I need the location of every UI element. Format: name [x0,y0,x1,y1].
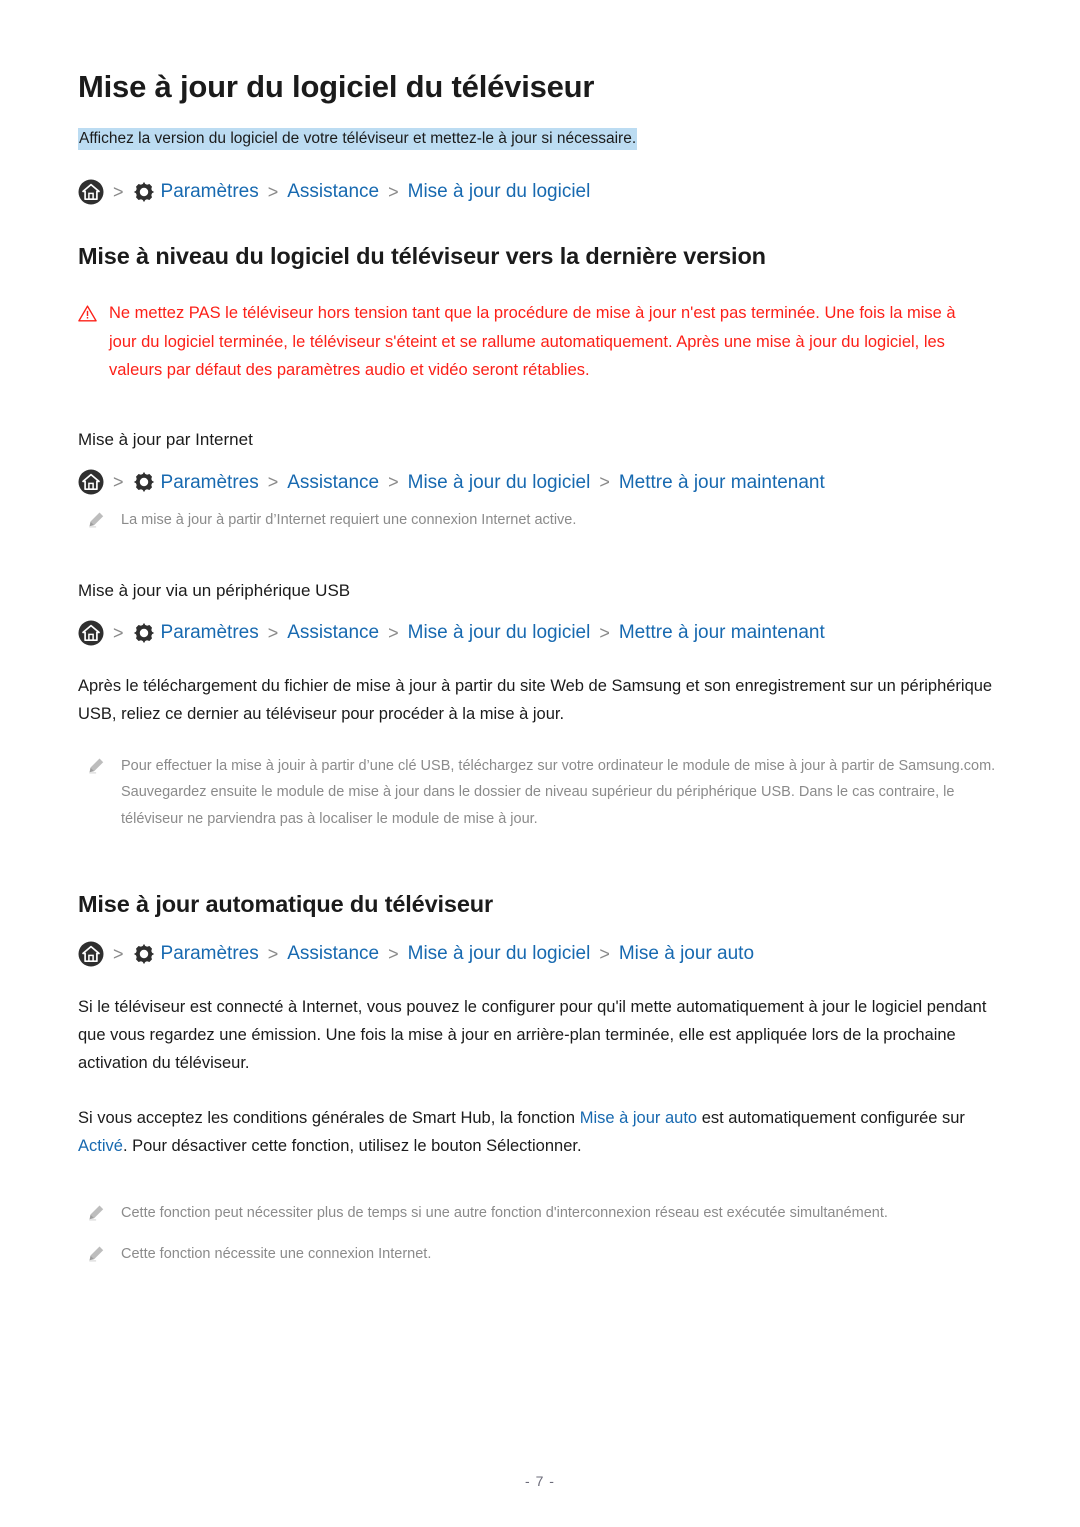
note-internet: La mise à jour à partir d’Internet requi… [78,507,1002,534]
note-text: Cette fonction peut nécessiter plus de t… [121,1205,888,1222]
breadcrumb-item-mise-a-jour-logiciel[interactable]: Mise à jour du logiciel [408,944,591,963]
breadcrumb-separator: > [113,622,124,643]
page-number-footer: - 7 - [525,1473,555,1489]
breadcrumb-item-assistance[interactable]: Assistance [287,623,379,642]
subsection-heading-usb: Mise à jour via un périphérique USB [78,581,351,601]
paragraph-auto-2-part3: . Pour désactiver cette fonction, utilis… [122,1137,582,1156]
gear-icon [133,622,155,644]
subsection-heading-internet: Mise à jour par Internet [78,430,253,450]
breadcrumb-item-mettre-a-jour-maintenant[interactable]: Mettre à jour maintenant [619,473,825,492]
breadcrumb-item-mise-a-jour-auto[interactable]: Mise à jour auto [619,944,754,963]
breadcrumb-item-mise-a-jour-logiciel[interactable]: Mise à jour du logiciel [408,473,591,492]
breadcrumb-separator: > [388,622,399,643]
breadcrumb-auto[interactable]: > Paramètres > Assistance > Mise à jour … [78,941,1002,967]
home-icon [78,179,104,205]
breadcrumb-separator: > [388,472,399,493]
breadcrumb-separator: > [113,181,124,202]
note-text: Pour effectuer la mise à jouir à partir … [121,757,996,828]
breadcrumb-item-parametres[interactable]: Paramètres [161,473,259,492]
paragraph-auto-2-part1: Si vous acceptez les conditions générale… [78,1108,580,1127]
breadcrumb-item-assistance[interactable]: Assistance [287,182,379,201]
note-text: Cette fonction nécessite une connexion I… [121,1246,432,1263]
breadcrumb-item-mise-a-jour-logiciel[interactable]: Mise à jour du logiciel [408,182,591,201]
note-usb: Pour effectuer la mise à jouir à partir … [78,753,1002,833]
section-heading-upgrade: Mise à niveau du logiciel du téléviseur … [78,242,766,269]
gear-icon [133,471,155,493]
breadcrumb-separator: > [267,943,279,964]
warning-block: Ne mettez PAS le téléviseur hors tension… [78,299,1002,384]
breadcrumb-separator: > [388,943,399,964]
page-subtitle-wrapper: Affichez la version du logiciel de votre… [78,127,1002,151]
breadcrumb-separator: > [388,181,399,202]
inline-link-mise-a-jour-auto[interactable]: Mise à jour auto [580,1109,697,1127]
breadcrumb-main[interactable]: > Paramètres > Assistance > Mise à jour … [78,179,1002,205]
pencil-note-icon [88,757,105,774]
document-page: Mise à jour du logiciel du téléviseur Af… [0,0,1080,1527]
note-auto-2: Cette fonction nécessite une connexion I… [78,1241,1002,1268]
breadcrumb-item-parametres[interactable]: Paramètres [161,623,259,642]
breadcrumb-separator: > [599,943,610,964]
page-title: Mise à jour du logiciel du téléviseur [78,69,595,104]
gear-icon [133,943,155,965]
breadcrumb-separator: > [599,622,610,643]
paragraph-auto-2: Si vous acceptez les conditions générale… [78,1104,1002,1161]
paragraph-auto-1: Si le téléviseur est connecté à Internet… [78,997,987,1073]
pencil-note-icon [88,1204,105,1221]
breadcrumb-separator: > [267,181,279,202]
breadcrumb-item-parametres[interactable]: Paramètres [161,944,259,963]
section-heading-auto: Mise à jour automatique du téléviseur [78,891,493,918]
breadcrumb-internet[interactable]: > Paramètres > Assistance > Mise à jour … [78,469,1002,495]
page-subtitle: Affichez la version du logiciel de votre… [78,127,638,150]
note-auto-1: Cette fonction peut nécessiter plus de t… [78,1200,1002,1227]
breadcrumb-separator: > [113,472,124,493]
note-text: La mise à jour à partir d’Internet requi… [121,512,577,529]
breadcrumb-usb[interactable]: > Paramètres > Assistance > Mise à jour … [78,620,1002,646]
breadcrumb-item-assistance[interactable]: Assistance [287,944,379,963]
home-icon [78,620,104,646]
warning-text: Ne mettez PAS le téléviseur hors tension… [109,304,956,380]
breadcrumb-item-assistance[interactable]: Assistance [287,473,379,492]
inline-link-active[interactable]: Activé [78,1137,123,1155]
breadcrumb-separator: > [267,472,279,493]
warning-triangle-icon [78,304,97,323]
breadcrumb-item-mise-a-jour-logiciel[interactable]: Mise à jour du logiciel [408,623,591,642]
pencil-note-icon [88,1245,105,1262]
breadcrumb-item-parametres[interactable]: Paramètres [161,182,259,201]
breadcrumb-item-mettre-a-jour-maintenant[interactable]: Mettre à jour maintenant [619,623,825,642]
paragraph-usb: Après le téléchargement du fichier de mi… [78,676,993,724]
home-icon [78,469,104,495]
pencil-note-icon [88,511,105,528]
breadcrumb-separator: > [267,622,279,643]
breadcrumb-separator: > [599,472,610,493]
home-icon [78,941,104,967]
paragraph-auto-2-part2: est automatiquement configurée sur [697,1108,965,1127]
breadcrumb-separator: > [113,943,124,964]
gear-icon [133,181,155,203]
